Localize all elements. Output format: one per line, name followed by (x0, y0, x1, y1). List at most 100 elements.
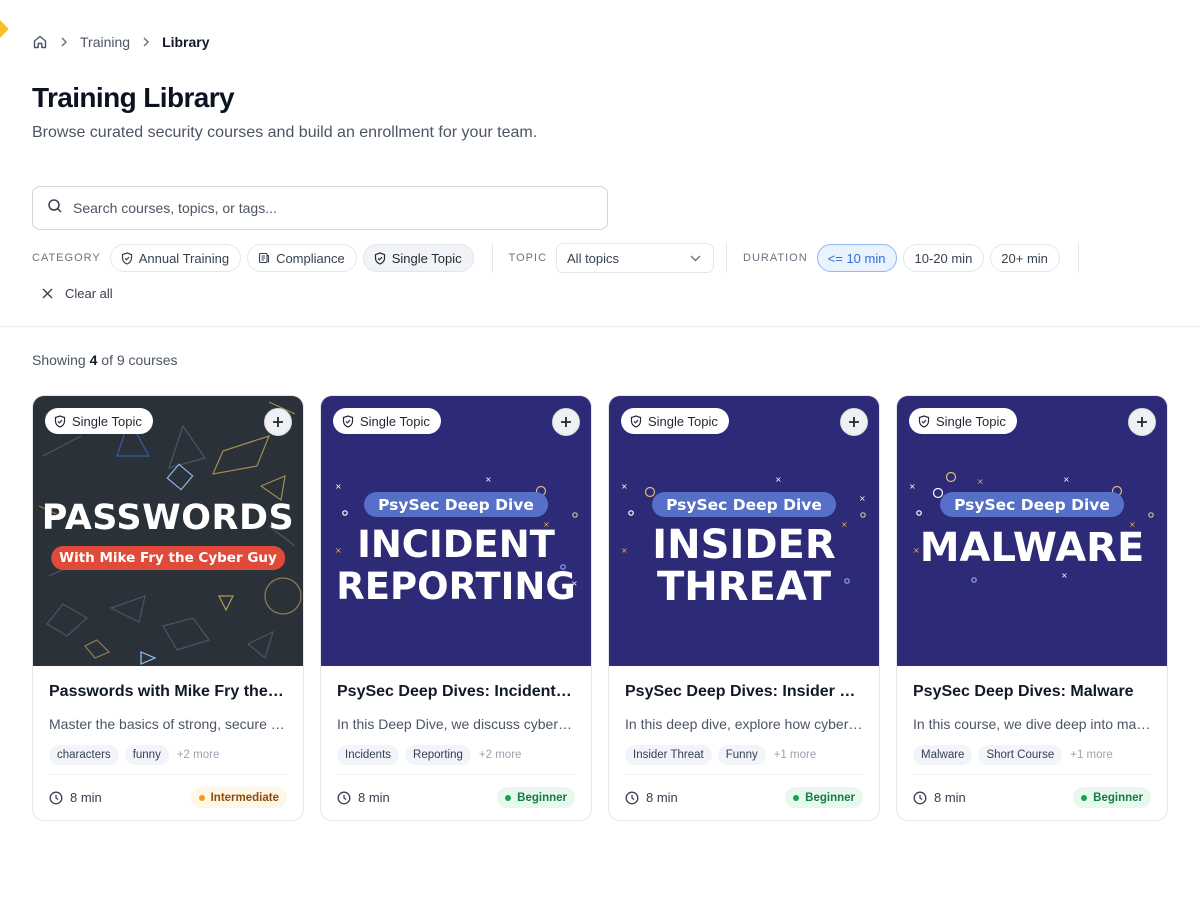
series-pill: PsySec Deep Dive (940, 492, 1124, 517)
search-box[interactable] (32, 186, 608, 230)
svg-text:×: × (775, 475, 782, 484)
level-label: Intermediate (210, 791, 279, 804)
shield-icon (54, 414, 66, 428)
level-dot (793, 794, 800, 801)
add-course-button[interactable] (552, 408, 580, 436)
clock-icon (913, 791, 927, 804)
course-title[interactable]: PsySec Deep Dives: Incident Reporting (337, 683, 575, 701)
home-icon[interactable] (32, 34, 48, 50)
chip-label: Single Topic (391, 250, 462, 266)
plus-icon (273, 417, 283, 427)
duration-label: 8 min (934, 790, 966, 805)
course-card[interactable]: Single Topic PASSWORDS With Mike Fry the… (32, 395, 304, 821)
course-card[interactable]: × × × × × Single Topic PsySec Deep Dive … (320, 395, 592, 821)
level-label: Beginner (517, 791, 567, 804)
course-card[interactable]: × × × × × Single Topic PsySec Deep Dive … (608, 395, 880, 821)
plus-icon (1137, 417, 1147, 427)
thumbnail-title-line1: INSIDER (652, 522, 836, 568)
category-badge: Single Topic (909, 408, 1017, 434)
course-thumbnail: Single Topic PASSWORDS With Mike Fry the… (33, 396, 303, 666)
plus-icon (849, 417, 859, 427)
duration-label: 8 min (70, 790, 102, 805)
add-course-button[interactable] (1128, 408, 1156, 436)
duration: 8 min (913, 790, 966, 805)
shield-icon (121, 251, 132, 265)
category-chip-single-topic[interactable]: Single Topic (362, 244, 474, 272)
chip-label: Annual Training (138, 250, 230, 266)
duration-chip-under-10[interactable]: <= 10 min (816, 244, 898, 272)
brand-diamond-icon (0, 19, 9, 39)
section-divider (0, 326, 1200, 327)
duration-chip-20-plus[interactable]: 20+ min (990, 244, 1060, 272)
tag: Reporting (405, 745, 471, 765)
more-tags: +2 more (176, 749, 220, 761)
level-dot (198, 794, 205, 801)
category-badge: Single Topic (45, 408, 153, 434)
course-card[interactable]: × × × × × × Single Topic PsySec Deep Div… (896, 395, 1168, 821)
svg-text:×: × (335, 482, 342, 491)
topic-select[interactable]: All topics (556, 243, 715, 273)
shield-icon (630, 414, 642, 428)
add-course-button[interactable] (264, 408, 292, 436)
close-icon (42, 288, 53, 299)
level-badge: Beginner (1073, 787, 1151, 808)
chip-label: 10-20 min (914, 250, 973, 266)
plus-icon (561, 417, 571, 427)
level-dot (1081, 794, 1088, 801)
duration-label: 8 min (646, 790, 678, 805)
course-thumbnail: × × × × × × Single Topic PsySec Deep Div… (897, 396, 1167, 666)
tag-list: Malware Short Course +1 more (913, 745, 1151, 765)
course-description: In this Deep Dive, we discuss cyber inci… (337, 716, 575, 732)
thumbnail-title-line2: THREAT (656, 564, 832, 610)
more-tags: +1 more (773, 749, 817, 761)
badge-label: Single Topic (936, 413, 1006, 429)
add-course-button[interactable] (840, 408, 868, 436)
filter-divider (726, 243, 728, 273)
tag: Malware (913, 745, 973, 765)
level-label: Beginner (805, 791, 855, 804)
course-description: Master the basics of strong, secure pass… (49, 716, 287, 732)
category-badge: Single Topic (621, 408, 729, 434)
thumbnail-subtitle: With Mike Fry the Cyber Guy (51, 546, 285, 570)
breadcrumb-training-link[interactable]: Training (80, 34, 130, 50)
svg-text:×: × (1063, 475, 1070, 484)
svg-text:×: × (977, 477, 984, 486)
filter-divider (491, 243, 493, 273)
tag: Funny (717, 745, 766, 765)
clock-icon (337, 791, 351, 804)
chevron-right-icon (142, 37, 150, 47)
duration-chip-10-20[interactable]: 10-20 min (903, 244, 985, 272)
filter-divider (1077, 243, 1079, 273)
clear-all-label: Clear all (65, 286, 113, 301)
tag: characters (49, 745, 119, 765)
tag: Insider Threat (625, 745, 712, 765)
tag: Incidents (337, 745, 400, 765)
clear-all-button[interactable]: Clear all (42, 286, 113, 301)
chip-label: 20+ min (1001, 250, 1048, 266)
course-thumbnail: × × × × × Single Topic PsySec Deep Dive … (609, 396, 879, 666)
search-input[interactable] (73, 200, 573, 216)
category-chip-annual-training[interactable]: Annual Training (109, 244, 242, 272)
category-chip-compliance[interactable]: Compliance (247, 244, 357, 272)
svg-text:×: × (1061, 571, 1068, 580)
more-tags: +2 more (478, 749, 522, 761)
results-suffix: of 9 courses (97, 352, 178, 368)
series-pill: PsySec Deep Dive (652, 492, 836, 517)
clock-icon (49, 791, 63, 804)
scroll-icon (259, 252, 270, 264)
duration-label: 8 min (358, 790, 390, 805)
thumbnail-title-line2: REPORTING (336, 565, 576, 608)
tag-list: Insider Threat Funny +1 more (625, 745, 863, 765)
level-badge: Beginner (497, 787, 575, 808)
course-thumbnail: × × × × × Single Topic PsySec Deep Dive … (321, 396, 591, 666)
chip-label: Compliance (276, 250, 345, 266)
level-label: Beginner (1093, 791, 1143, 804)
course-title[interactable]: Passwords with Mike Fry the Cyber Guy (49, 683, 287, 701)
thumbnail-title: PASSWORDS (41, 498, 295, 538)
thumbnail-title: MALWARE (919, 525, 1145, 571)
shield-icon (374, 251, 385, 265)
page-title: Training Library (32, 82, 235, 113)
course-title[interactable]: PsySec Deep Dives: Malware (913, 683, 1151, 701)
results-prefix: Showing (32, 352, 90, 368)
course-title[interactable]: PsySec Deep Dives: Insider Threat (625, 683, 863, 701)
